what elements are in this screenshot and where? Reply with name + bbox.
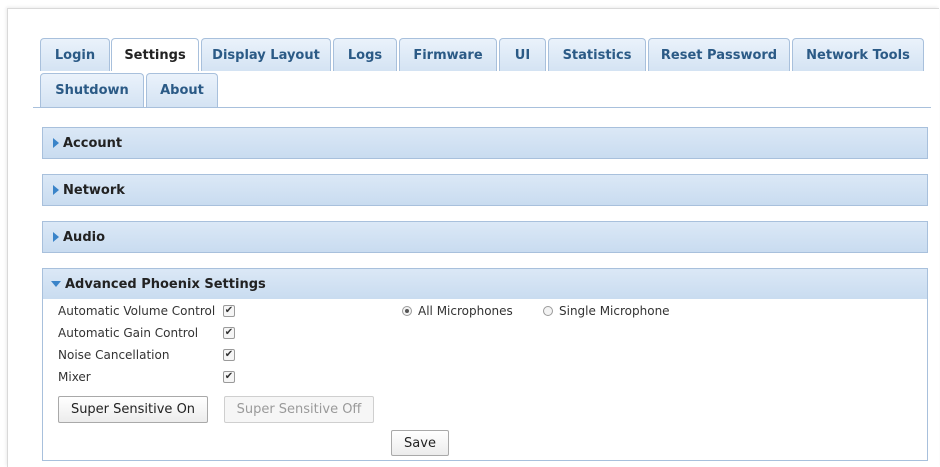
save-button[interactable]: Save [391,430,449,456]
noise-cancellation-checkbox[interactable]: ✔ [223,349,235,361]
collapse-triangle-icon [51,281,61,287]
expand-triangle-icon [53,232,59,242]
tab-about[interactable]: About [146,73,218,107]
expand-triangle-icon [53,138,59,148]
tab-display-layout[interactable]: Display Layout [201,38,331,71]
tab-login[interactable]: Login [40,38,110,71]
account-title: Account [63,135,123,151]
avc-checkbox[interactable]: ✔ [223,305,235,317]
account-header[interactable]: Account [43,128,927,158]
tab-network-tools[interactable]: Network Tools [792,38,924,71]
tab-settings[interactable]: Settings [111,38,199,71]
advanced-section: Advanced Phoenix Settings Automatic Volu… [42,268,928,461]
audio-title: Audio [63,229,106,245]
super-sensitive-off-button[interactable]: Super Sensitive Off [224,396,374,423]
advanced-header[interactable]: Advanced Phoenix Settings [43,269,927,299]
agc-checkbox[interactable]: ✔ [223,327,235,339]
tab-firmware[interactable]: Firmware [399,38,497,71]
all-microphones-radio[interactable] [402,306,412,316]
super-sensitive-on-button[interactable]: Super Sensitive On [58,396,208,423]
account-section[interactable]: Account [42,127,928,159]
mixer-checkbox[interactable]: ✔ [223,371,235,383]
audio-header[interactable]: Audio [43,222,927,252]
advanced-title: Advanced Phoenix Settings [65,276,266,292]
tab-shutdown[interactable]: Shutdown [40,73,144,107]
tab-reset-password[interactable]: Reset Password [648,38,790,71]
single-microphone-label: Single Microphone [559,304,670,318]
expand-triangle-icon [53,185,59,195]
all-microphones-label: All Microphones [418,304,513,318]
tab-statistics[interactable]: Statistics [548,38,646,71]
network-header[interactable]: Network [43,175,927,205]
audio-section[interactable]: Audio [42,221,928,253]
agc-label: Automatic Gain Control [58,326,199,340]
network-title: Network [63,182,125,198]
mixer-label: Mixer [58,370,91,384]
avc-label: Automatic Volume Control [58,304,216,318]
tab-ui[interactable]: UI [499,38,546,71]
single-microphone-radio[interactable] [543,306,553,316]
noise-cancellation-label: Noise Cancellation [58,348,170,362]
tab-baseline [33,107,931,108]
network-section[interactable]: Network [42,174,928,206]
tab-logs[interactable]: Logs [333,38,397,71]
